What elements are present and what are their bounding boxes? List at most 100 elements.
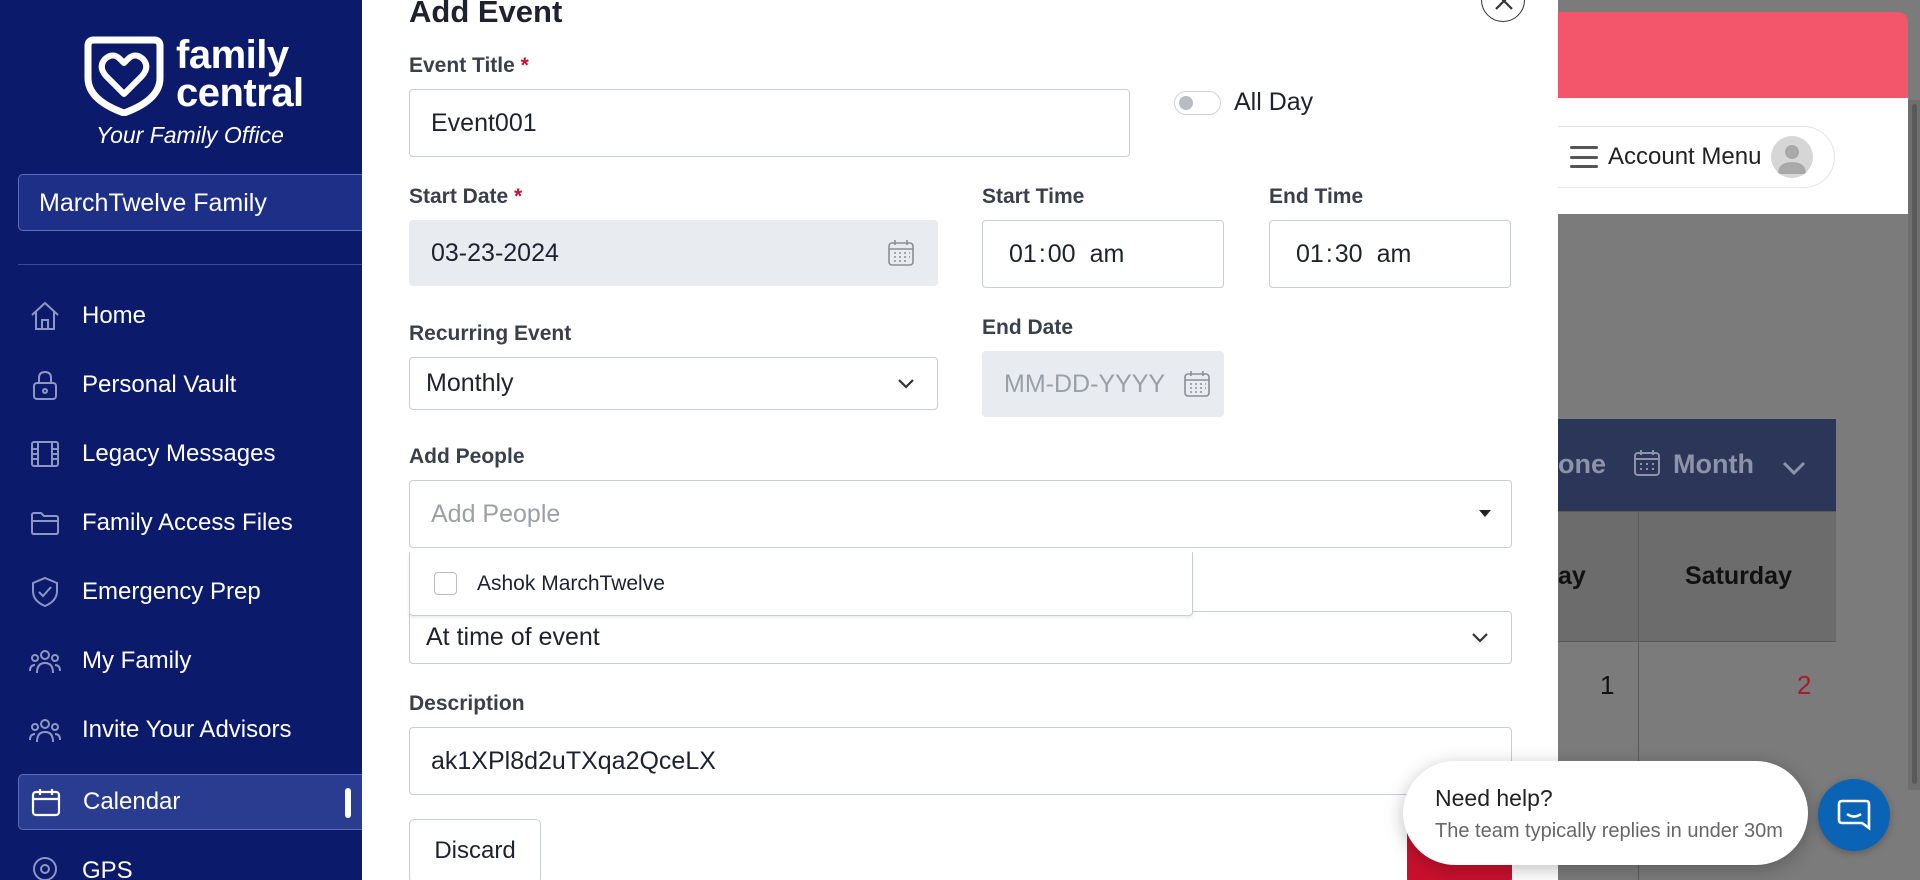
event-title-value: Event001 bbox=[431, 108, 537, 137]
discard-button[interactable]: Discard bbox=[409, 819, 541, 880]
start-date-value: 03-23-2024 bbox=[431, 238, 559, 267]
calendar-icon bbox=[1633, 449, 1661, 484]
people-icon bbox=[27, 645, 63, 677]
sidebar-item-my-family[interactable]: My Family bbox=[18, 634, 362, 688]
start-date-input[interactable]: 03-23-2024 bbox=[409, 220, 938, 286]
calendar-icon[interactable] bbox=[887, 239, 915, 267]
start-time-input[interactable]: 01 : 00 am bbox=[982, 220, 1224, 288]
close-button[interactable] bbox=[1481, 0, 1525, 22]
sidebar-item-gps[interactable]: GPS bbox=[18, 844, 362, 880]
event-title-input[interactable]: Event001 bbox=[409, 89, 1130, 157]
sidebar-item-invite-your-advisors[interactable]: Invite Your Advisors bbox=[18, 703, 362, 757]
account-menu-label: Account Menu bbox=[1608, 143, 1762, 170]
logo-name-line2: central bbox=[176, 71, 304, 115]
help-subtitle: The team typically replies in under 30m bbox=[1435, 820, 1783, 842]
logo-name: family central bbox=[176, 33, 304, 115]
chat-icon bbox=[1837, 799, 1871, 831]
sidebar-item-label: My Family bbox=[82, 647, 192, 674]
view-select-month[interactable]: Month bbox=[1673, 449, 1754, 480]
account-menu-button[interactable]: Account Menu bbox=[1558, 126, 1835, 188]
view-option-partial[interactable]: one bbox=[1558, 449, 1606, 480]
add-people-placeholder: Add People bbox=[431, 499, 561, 528]
sidebar-item-emergency-prep[interactable]: Emergency Prep bbox=[18, 565, 362, 619]
help-chat-bubble[interactable]: Need help? The team typically replies in… bbox=[1403, 761, 1808, 865]
location-icon bbox=[27, 855, 63, 880]
end-date-input[interactable]: MM-DD-YYYY bbox=[982, 351, 1224, 417]
reminder-value: At time of event bbox=[426, 623, 600, 651]
chat-launcher-button[interactable] bbox=[1818, 779, 1890, 851]
chevron-down-icon bbox=[897, 378, 915, 390]
avatar bbox=[1771, 136, 1814, 178]
family-central-logo[interactable]: family central Your Family Office bbox=[84, 34, 304, 154]
hamburger-icon bbox=[1570, 146, 1598, 168]
add-people-options: Ashok MarchTwelve bbox=[409, 552, 1193, 616]
logo-tagline: Your Family Office bbox=[96, 122, 284, 148]
sidebar-divider bbox=[18, 264, 362, 265]
end-time-hour[interactable]: 01 bbox=[1296, 240, 1324, 269]
scrollbar-thumb[interactable] bbox=[1912, 104, 1917, 784]
recurring-event-value: Monthly bbox=[426, 369, 514, 397]
calendar-page-background: Account Menu one Month ay Saturday 1 2 bbox=[1558, 0, 1920, 880]
family-selector[interactable]: MarchTwelve Family bbox=[18, 174, 362, 231]
sidebar-item-calendar[interactable]: Calendar bbox=[18, 774, 362, 830]
calendar-icon[interactable] bbox=[1183, 370, 1211, 398]
description-value: ak1XPl8d2uTXqa2QceLX bbox=[431, 746, 716, 775]
active-indicator bbox=[345, 788, 351, 818]
start-time-ampm[interactable]: am bbox=[1090, 240, 1125, 269]
people-icon bbox=[27, 714, 63, 746]
logo-name-line1: family bbox=[176, 33, 289, 77]
help-title: Need help? bbox=[1435, 785, 1553, 811]
calendar-grid-line bbox=[1558, 641, 1836, 642]
end-time-ampm[interactable]: am bbox=[1377, 240, 1412, 269]
home-icon bbox=[27, 300, 63, 332]
end-time-label: End Time bbox=[1269, 185, 1364, 208]
close-icon bbox=[1495, 0, 1513, 10]
event-title-label-text: Event Title bbox=[409, 54, 515, 77]
event-title-label: Event Title * bbox=[409, 54, 529, 78]
top-header: Account Menu bbox=[1558, 98, 1908, 214]
add-people-dropdown-button[interactable] bbox=[1458, 480, 1512, 548]
start-time-hour[interactable]: 01 bbox=[1009, 240, 1037, 269]
person-checkbox[interactable] bbox=[434, 572, 457, 595]
film-icon bbox=[27, 438, 63, 470]
end-date-label: End Date bbox=[982, 316, 1074, 339]
caret-down-icon bbox=[1478, 510, 1491, 517]
description-label: Description bbox=[409, 692, 525, 715]
sidebar-item-label: Emergency Prep bbox=[82, 578, 261, 605]
weekday-friday-partial: ay bbox=[1558, 562, 1586, 590]
required-marker: * bbox=[520, 54, 529, 77]
person-option-label[interactable]: Ashok MarchTwelve bbox=[477, 572, 665, 596]
add-people-input[interactable]: Add People bbox=[409, 480, 1459, 548]
sidebar-item-label: Legacy Messages bbox=[82, 440, 276, 467]
sidebar-item-family-access-files[interactable]: Family Access Files bbox=[18, 496, 362, 550]
time-separator: : bbox=[1325, 239, 1333, 268]
sidebar-item-label: Personal Vault bbox=[82, 371, 237, 398]
description-input[interactable]: ak1XPl8d2uTXqa2QceLX bbox=[409, 727, 1512, 795]
start-time-label: Start Time bbox=[982, 185, 1085, 208]
sidebar-item-label: Calendar bbox=[83, 788, 181, 815]
chevron-down-icon bbox=[1471, 632, 1489, 644]
reminder-select[interactable]: At time of event bbox=[409, 611, 1512, 664]
start-time-minute[interactable]: 00 bbox=[1048, 240, 1076, 269]
weekday-saturday: Saturday bbox=[1685, 562, 1792, 590]
sidebar-item-home[interactable]: Home bbox=[18, 289, 362, 343]
calendar-icon bbox=[28, 786, 64, 818]
calendar-day-2[interactable]: 2 bbox=[1797, 670, 1811, 701]
start-date-label: Start Date * bbox=[409, 185, 522, 209]
add-people-label: Add People bbox=[409, 445, 525, 468]
sidebar-item-label: GPS bbox=[82, 857, 133, 880]
all-day-toggle[interactable] bbox=[1174, 91, 1221, 115]
sidebar-item-personal-vault[interactable]: Personal Vault bbox=[18, 358, 362, 412]
all-day-label: All Day bbox=[1234, 88, 1314, 116]
calendar-day-1[interactable]: 1 bbox=[1600, 670, 1614, 701]
shield-icon bbox=[27, 576, 63, 608]
end-time-input[interactable]: 01 : 30 am bbox=[1269, 220, 1511, 288]
sidebar-item-label: Invite Your Advisors bbox=[82, 716, 292, 743]
sidebar-item-label: Family Access Files bbox=[82, 509, 293, 536]
end-time-minute[interactable]: 30 bbox=[1335, 240, 1363, 269]
start-date-label-text: Start Date bbox=[409, 185, 509, 208]
sidebar: family central Your Family Office MarchT… bbox=[0, 0, 362, 880]
heart-shield-logo-icon bbox=[84, 36, 164, 116]
sidebar-item-legacy-messages[interactable]: Legacy Messages bbox=[18, 427, 362, 481]
recurring-event-select[interactable]: Monthly bbox=[409, 357, 938, 410]
